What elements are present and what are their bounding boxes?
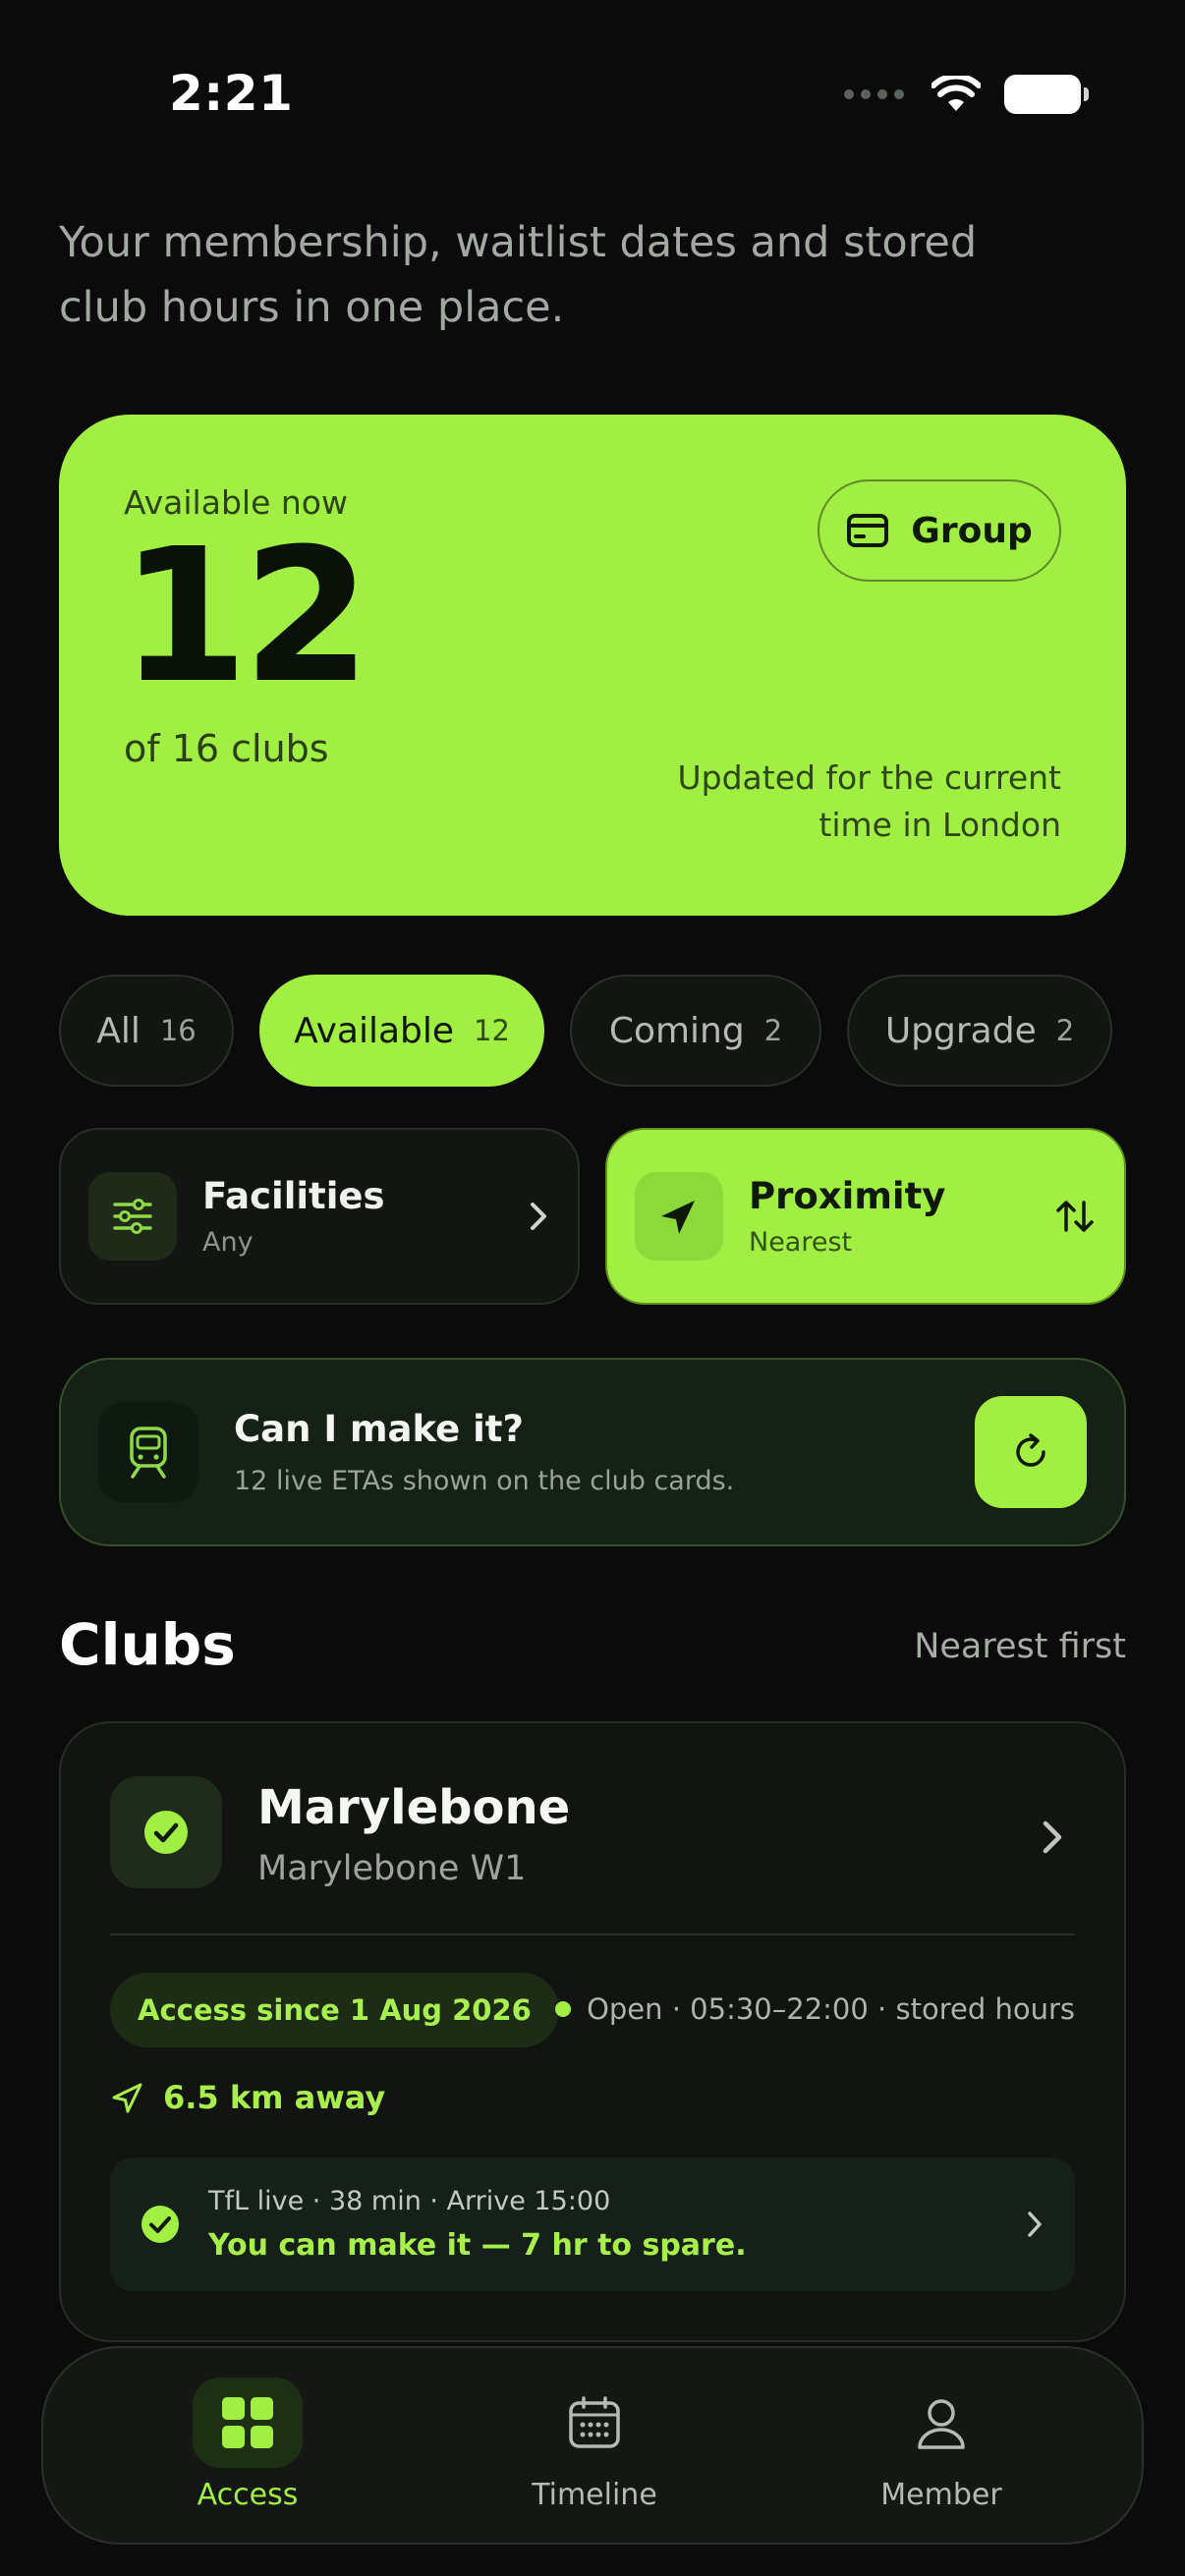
nav-label: Access <box>197 2478 299 2512</box>
filter-count: 12 <box>474 1014 510 1047</box>
chevron-right-icon <box>1028 2212 1042 2237</box>
sliders-icon <box>88 1172 177 1260</box>
hours-text: Open · 05:30–22:00 · stored hours <box>587 1992 1075 2026</box>
check-circle-icon <box>141 2206 179 2243</box>
distance-text: 6.5 km away <box>163 2079 386 2116</box>
grid-icon <box>193 2378 303 2468</box>
eta-title: Can I make it? <box>234 1408 524 1450</box>
sort-arrows-icon <box>1056 1201 1094 1232</box>
chevron-right-icon[interactable] <box>1038 1816 1067 1859</box>
proximity-value: Nearest <box>749 1227 853 1258</box>
filter-label: All <box>96 1010 141 1051</box>
tfl-eta-row[interactable]: TfL live · 38 min · Arrive 15:00 You can… <box>110 2157 1075 2291</box>
refresh-button[interactable] <box>975 1396 1087 1508</box>
filter-coming[interactable]: Coming 2 <box>570 975 821 1087</box>
eta-banner: Can I make it? 12 live ETAs shown on the… <box>59 1358 1126 1546</box>
filter-label: Available <box>294 1010 455 1051</box>
filter-label: Upgrade <box>884 1010 1037 1051</box>
card-divider <box>110 1933 1075 1935</box>
tfl-result: You can make it — 7 hr to spare. <box>208 2228 747 2263</box>
filter-available[interactable]: Available 12 <box>259 975 544 1087</box>
wifi-icon <box>931 76 981 111</box>
filter-all[interactable]: All 16 <box>59 975 234 1087</box>
group-button[interactable]: Group <box>818 479 1061 582</box>
facilities-value: Any <box>202 1227 254 1258</box>
card-icon <box>847 514 889 547</box>
eta-subtitle: 12 live ETAs shown on the club cards. <box>234 1466 735 1496</box>
status-icons <box>844 75 1089 114</box>
club-location: Marylebone W1 <box>257 1849 527 1888</box>
nav-member[interactable]: Member <box>823 2378 1059 2512</box>
facilities-title: Facilities <box>202 1175 385 1217</box>
filter-count: 2 <box>763 1014 783 1047</box>
train-icon <box>98 1402 198 1502</box>
nav-access[interactable]: Access <box>130 2378 366 2512</box>
availability-hero-card: Available now 12 of 16 clubs Updated for… <box>59 415 1126 916</box>
sort-order-link[interactable]: Nearest first <box>914 1627 1126 1666</box>
filter-tabs: All 16 Available 12 Coming 2 Upgrade 2 <box>59 975 1112 1087</box>
group-button-label: Group <box>911 510 1033 551</box>
available-count: 12 <box>120 509 371 724</box>
nav-label: Member <box>880 2478 1002 2512</box>
opening-hours: Open · 05:30–22:00 · stored hours <box>555 1992 1075 2026</box>
battery-icon <box>1004 75 1089 114</box>
nav-timeline[interactable]: Timeline <box>477 2378 712 2512</box>
check-circle-icon <box>110 1776 222 1888</box>
filter-count: 16 <box>159 1014 197 1047</box>
open-status-dot <box>555 2001 572 2017</box>
navigation-arrow-icon <box>635 1172 723 1260</box>
proximity-sort[interactable]: Proximity Nearest <box>605 1128 1126 1305</box>
refresh-icon <box>1016 1433 1045 1467</box>
club-name: Marylebone <box>257 1780 571 1835</box>
app-screen: 2:21 Your membership, waitlist dates and… <box>0 0 1185 2576</box>
access-badge: Access since 1 Aug 2026 <box>110 1973 559 2047</box>
status-time: 2:21 <box>169 65 294 122</box>
total-clubs: of 16 clubs <box>124 727 329 770</box>
proximity-title: Proximity <box>749 1175 946 1217</box>
filter-count: 2 <box>1055 1014 1075 1047</box>
filter-label: Coming <box>608 1010 745 1051</box>
user-icon <box>886 2378 996 2468</box>
tfl-line: TfL live · 38 min · Arrive 15:00 <box>208 2186 611 2216</box>
facilities-filter[interactable]: Facilities Any <box>59 1128 580 1305</box>
clubs-heading: Clubs <box>59 1611 236 1678</box>
chevron-right-icon <box>531 1203 546 1230</box>
nav-label: Timeline <box>532 2478 657 2512</box>
club-card[interactable]: Marylebone Marylebone W1 Access since 1 … <box>59 1721 1126 2342</box>
distance: 6.5 km away <box>110 2079 385 2116</box>
signal-icon <box>844 89 904 99</box>
location-arrow-icon <box>112 2083 142 2113</box>
intro-text: Your membership, waitlist dates and stor… <box>59 218 978 332</box>
bottom-nav: Access Timeline Member <box>41 2346 1144 2545</box>
calendar-icon <box>539 2378 649 2468</box>
update-note: Updated for the current time in London <box>677 758 1061 844</box>
filter-upgrade[interactable]: Upgrade 2 <box>847 975 1112 1087</box>
